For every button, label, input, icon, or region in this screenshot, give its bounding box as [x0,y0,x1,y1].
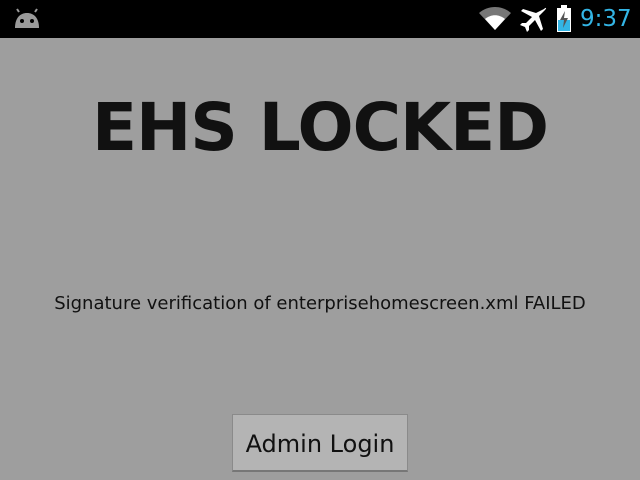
android-icon [12,8,42,30]
locked-screen: EHS LOCKED Signature verification of ent… [0,38,640,480]
airplane-mode-icon [520,6,548,34]
status-clock: 9:37 [580,6,632,32]
error-message: Signature verification of enterprisehome… [54,293,586,314]
wifi-icon [478,6,512,32]
battery-charging-icon [556,5,572,33]
page-title: EHS LOCKED [91,89,549,166]
admin-login-button[interactable]: Admin Login [232,414,408,472]
status-bar: 9:37 [0,0,640,38]
